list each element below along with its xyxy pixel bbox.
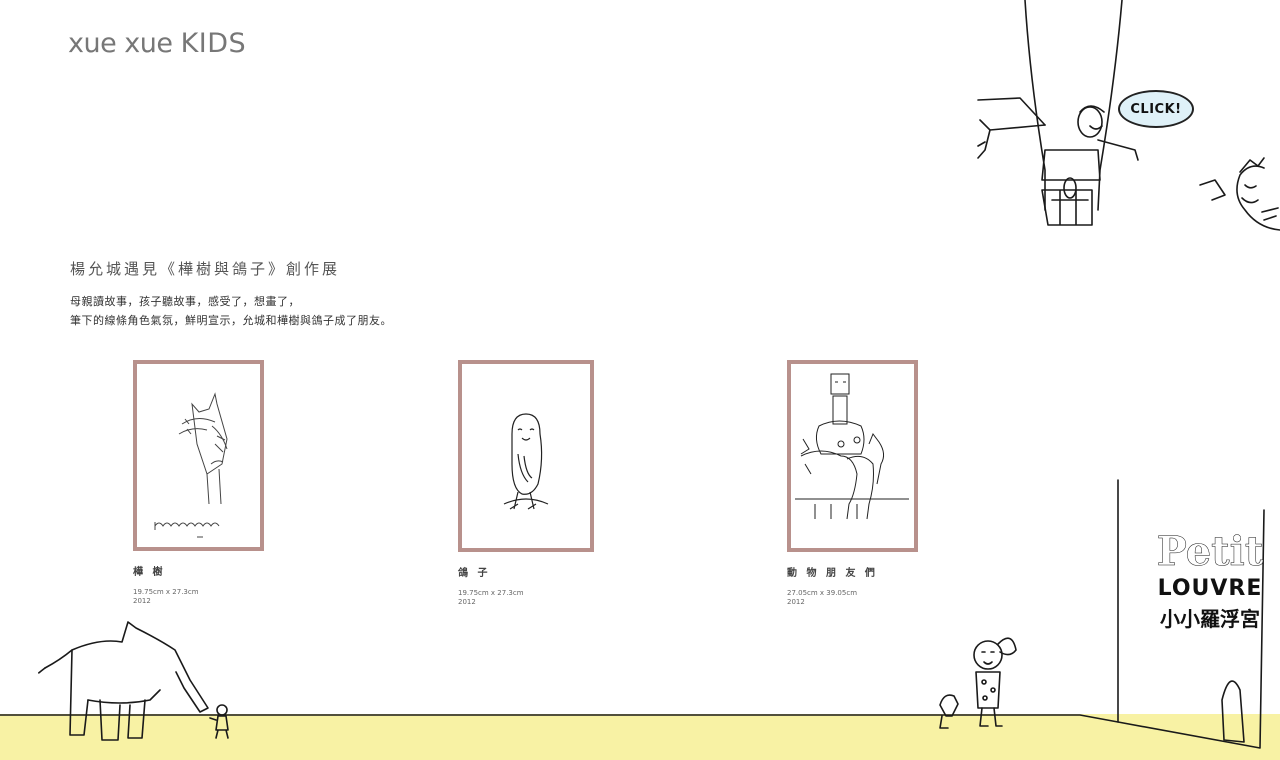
artwork-title: 鴿 子 — [458, 568, 491, 579]
click-speech-bubble[interactable]: CLICK! — [1118, 90, 1194, 128]
museum-sign-chinese: 小小羅浮宮 — [1160, 607, 1260, 631]
artwork-meta: 19.75cm x 27.3cm 2012 — [133, 588, 264, 606]
artwork-title: 樺 樹 — [133, 567, 166, 578]
artwork-size: 19.75cm x 27.3cm — [458, 589, 524, 597]
logo-kids: KIDS — [180, 28, 247, 59]
peeking-kid-icon — [1199, 157, 1280, 231]
pigeon-drawing — [503, 413, 549, 510]
logo-text: xue xue — [68, 28, 173, 59]
museum-sign[interactable]: Petit LOUVRE 小小羅浮宮 — [1155, 528, 1265, 634]
museum-sign-louvre: LOUVRE — [1157, 576, 1263, 601]
artwork-year: 2012 — [458, 598, 476, 606]
artwork-birch[interactable]: 樺 樹 19.75cm x 27.3cm 2012 — [133, 360, 264, 606]
description-line-1: 母親讀故事，孩子聽故事，感受了，想畫了， — [70, 295, 300, 308]
artwork-year: 2012 — [787, 598, 805, 606]
artwork-pigeon[interactable]: 鴿 子 19.75cm x 27.3cm 2012 — [458, 360, 594, 607]
artwork-frame[interactable] — [787, 360, 918, 552]
swinging-man-icon — [977, 97, 1139, 226]
ground — [0, 714, 1280, 760]
animal-friends-drawing — [795, 373, 909, 520]
artwork-meta: 19.75cm x 27.3cm 2012 — [458, 589, 594, 607]
museum-sign-petit: Petit — [1156, 528, 1264, 575]
logo[interactable]: xue xue KIDS — [68, 28, 246, 59]
artwork-meta: 27.05cm x 39.05cm 2012 — [787, 589, 918, 607]
artwork-size: 27.05cm x 39.05cm — [787, 589, 858, 597]
artwork-animal-friends[interactable]: 動 物 朋 友 們 27.05cm x 39.05cm 2012 — [787, 360, 918, 607]
girl-icon — [973, 637, 1017, 727]
artwork-frame[interactable] — [133, 360, 264, 551]
curtain-icon — [1024, 0, 1123, 211]
exhibition-description: 母親讀故事，孩子聽故事，感受了，想畫了， 筆下的線條角色氣氛，鮮明宣示，允城和樺… — [70, 292, 392, 330]
artwork-title: 動 物 朋 友 們 — [787, 568, 878, 579]
exhibition-title: 楊允城遇見《樺樹與鴿子》創作展 — [70, 260, 341, 278]
artwork-frame[interactable] — [458, 360, 594, 552]
artwork-year: 2012 — [133, 597, 151, 605]
description-line-2: 筆下的線條角色氣氛，鮮明宣示，允城和樺樹與鴿子成了朋友。 — [70, 314, 392, 327]
birch-drawing — [154, 392, 228, 538]
artwork-size: 19.75cm x 27.3cm — [133, 588, 199, 596]
